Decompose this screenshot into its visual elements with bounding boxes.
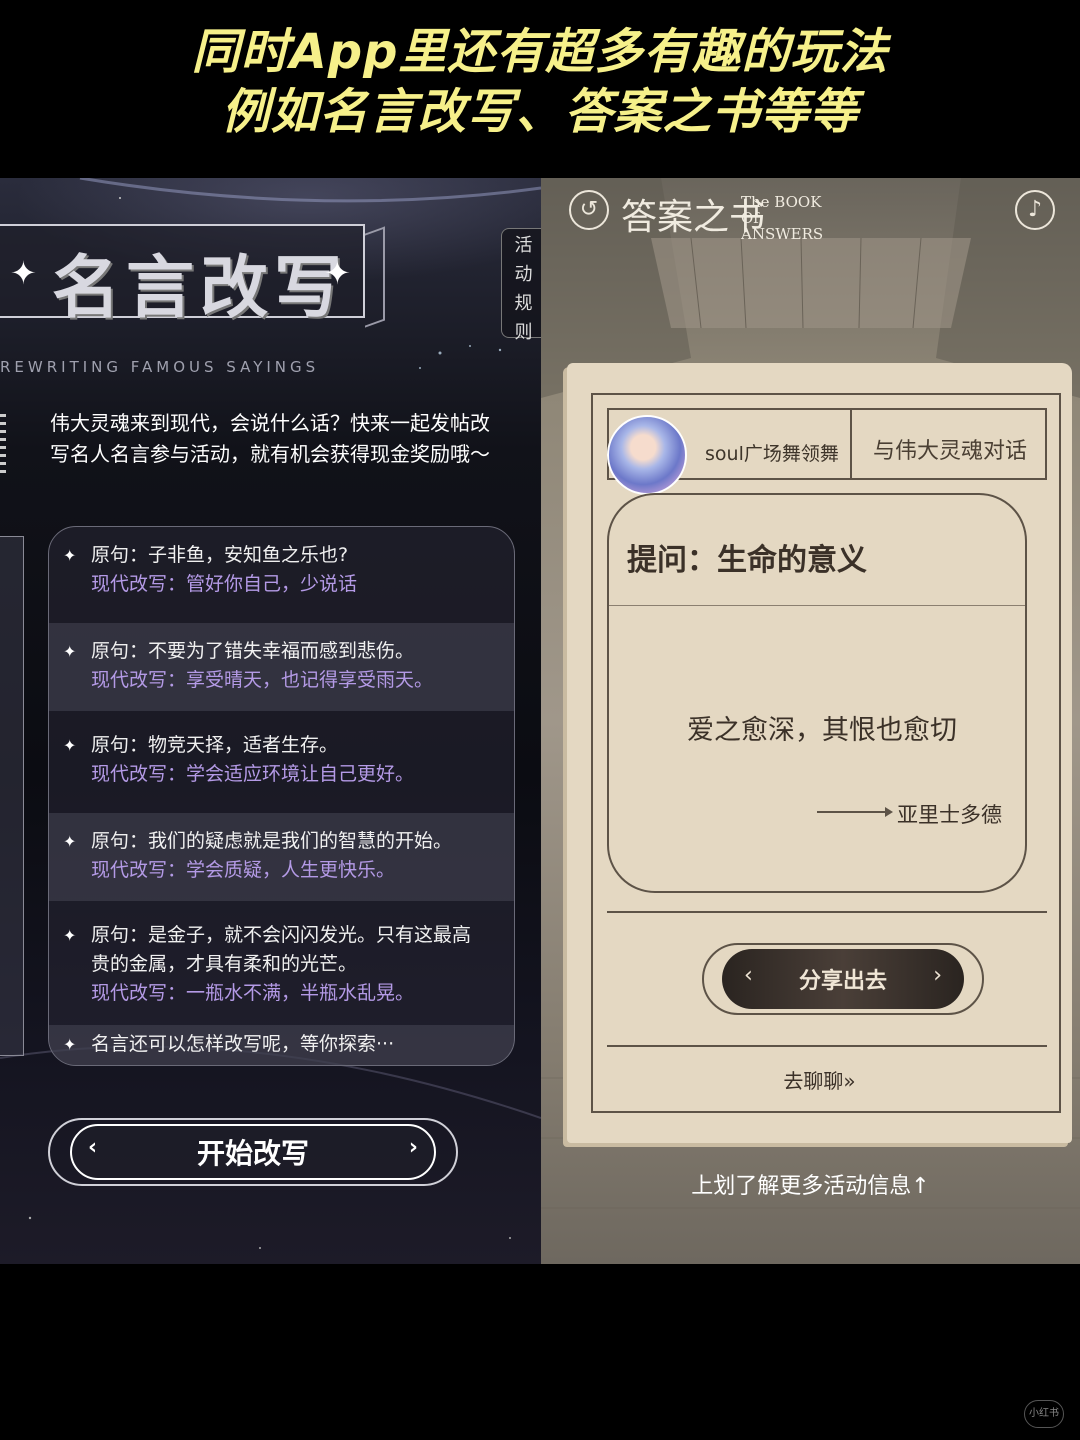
list-item: ✦ 原句：是金子，就不会闪闪发光。只有这最高贵的金属，才具有柔和的光芒。 现代改…	[49, 921, 514, 1008]
sparkle-icon: ✦	[63, 736, 77, 755]
rules-tab-char: 规	[514, 293, 533, 314]
quote-more: 名言还可以怎样改写呢，等你探索···	[91, 1033, 395, 1055]
list-item: ✦ 原句：物竞天择，适者生存。 现代改写：学会适应环境让自己更好。	[49, 731, 514, 789]
header-divider	[850, 408, 852, 480]
rules-tab-char: 则	[514, 322, 533, 343]
arrow-icon	[817, 807, 893, 817]
talk-title: 与伟大灵魂对话	[873, 439, 1028, 464]
quote-rewrite: 现代改写：学会适应环境让自己更好。	[91, 763, 415, 785]
page-subtitle: REWRITING FAMOUS SAYINGS	[0, 358, 320, 376]
quote-rewrite: 现代改写：管好你自己，少说话	[91, 573, 358, 595]
quote-original: 原句：不要为了错失幸福而感到悲伤。	[91, 640, 415, 662]
list-item: ✦ 名言还可以怎样改写呢，等你探索···	[49, 1025, 514, 1065]
sparkle-icon: ✦	[63, 546, 77, 565]
answer-author: 亚里士多德	[897, 803, 1002, 827]
sparkle-icon: ✦	[63, 832, 77, 851]
quote-rewrite: 现代改写：享受晴天，也记得享受雨天。	[91, 669, 434, 691]
chevron-right-icon: ›	[408, 1135, 418, 1160]
music-icon[interactable]: ♪	[1015, 190, 1055, 230]
quote-list: ✦ 原句：子非鱼，安知鱼之乐也? 现代改写：管好你自己，少说话 ✦ 原句：不要为…	[48, 526, 515, 1066]
rules-tab-char: 活	[514, 235, 533, 256]
go-chat-link[interactable]: 去聊聊»	[567, 1065, 1072, 1094]
answer-book-page: soul广场舞领舞 与伟大灵魂对话 提问：生命的意义 爱之愈深，其恨也愈切 亚里…	[567, 363, 1072, 1143]
list-item: ✦ 原句：子非鱼，安知鱼之乐也? 现代改写：管好你自己，少说话	[49, 541, 514, 599]
watermark-logo: 小红书	[1024, 1400, 1064, 1428]
sparkle-icon: ✦	[10, 254, 37, 292]
share-button-label: 分享出去	[798, 969, 887, 994]
back-icon[interactable]: ↺	[569, 190, 609, 230]
avatar[interactable]	[607, 415, 687, 495]
chevron-right-icon: ›	[933, 963, 942, 988]
quote-original: 原句：是金子，就不会闪闪发光。只有这最高贵的金属，才具有柔和的光芒。	[91, 924, 472, 975]
book-of-answers-panel: ↺ 答案之书 The BOOK Of ANSWERS ♪ soul广场舞领舞 与…	[541, 178, 1080, 1264]
rules-tab-char: 动	[514, 264, 533, 285]
caption: 同时App里还有超多有趣的玩法 例如名言改写、答案之书等等	[0, 22, 1080, 142]
side-panel-decoration	[0, 536, 24, 1056]
caption-line-2: 例如名言改写、答案之书等等	[221, 84, 859, 140]
share-button[interactable]: ‹ 分享出去 ›	[722, 949, 964, 1009]
go-chat-label: 去聊聊	[783, 1069, 844, 1093]
question-text: 提问：生命的意义	[627, 543, 867, 578]
answer-quote: 爱之愈深，其恨也愈切	[687, 715, 957, 746]
start-rewrite-label: 开始改写	[196, 1137, 309, 1170]
sparkle-icon: ✦	[63, 926, 77, 945]
quote-original: 原句：我们的疑虑就是我们的智慧的开始。	[91, 830, 453, 852]
quote-original: 原句：子非鱼，安知鱼之乐也?	[91, 544, 349, 566]
chevron-right-icon: »	[843, 1069, 856, 1093]
book-title-en: The BOOK Of ANSWERS	[741, 193, 824, 243]
activity-rules-tab[interactable]: 活 动 规 则	[501, 228, 541, 343]
list-item: ✦ 原句：我们的疑虑就是我们的智慧的开始。 现代改写：学会质疑，人生更快乐。	[49, 813, 514, 901]
divider	[607, 1045, 1047, 1047]
page-title: 名言改写	[52, 249, 349, 328]
card-divider	[609, 605, 1025, 606]
side-dots-decoration	[0, 414, 6, 478]
title-box-shadow	[365, 226, 385, 328]
divider	[607, 911, 1047, 913]
caption-line-1: 同时App里还有超多有趣的玩法	[191, 24, 889, 80]
quote-rewrite: 现代改写：学会质疑，人生更快乐。	[91, 859, 396, 881]
sparkle-icon: ✦	[324, 254, 351, 292]
intro-text: 伟大灵魂来到现代，会说什么话？快来一起发帖改写名人名言参与活动，就有机会获得现金…	[50, 411, 490, 466]
quote-original: 原句：物竞天择，适者生存。	[91, 734, 339, 756]
start-rewrite-button[interactable]: ‹ 开始改写 ›	[48, 1118, 458, 1186]
quote-rewrite: 现代改写：一瓶水不满，半瓶水乱晃。	[91, 982, 415, 1004]
title-box: ✦ 名言改写 ✦	[0, 224, 365, 328]
famous-sayings-panel: ✦ 名言改写 ✦ REWRITING FAMOUS SAYINGS 活 动 规 …	[0, 178, 541, 1264]
swipe-hint: 上划了解更多活动信息↑	[691, 1174, 930, 1199]
sparkle-icon: ✦	[63, 642, 77, 661]
user-name[interactable]: soul广场舞领舞	[705, 439, 839, 466]
sparkle-icon: ✦	[63, 1035, 77, 1054]
list-item: ✦ 原句：不要为了错失幸福而感到悲伤。 现代改写：享受晴天，也记得享受雨天。	[49, 623, 514, 711]
